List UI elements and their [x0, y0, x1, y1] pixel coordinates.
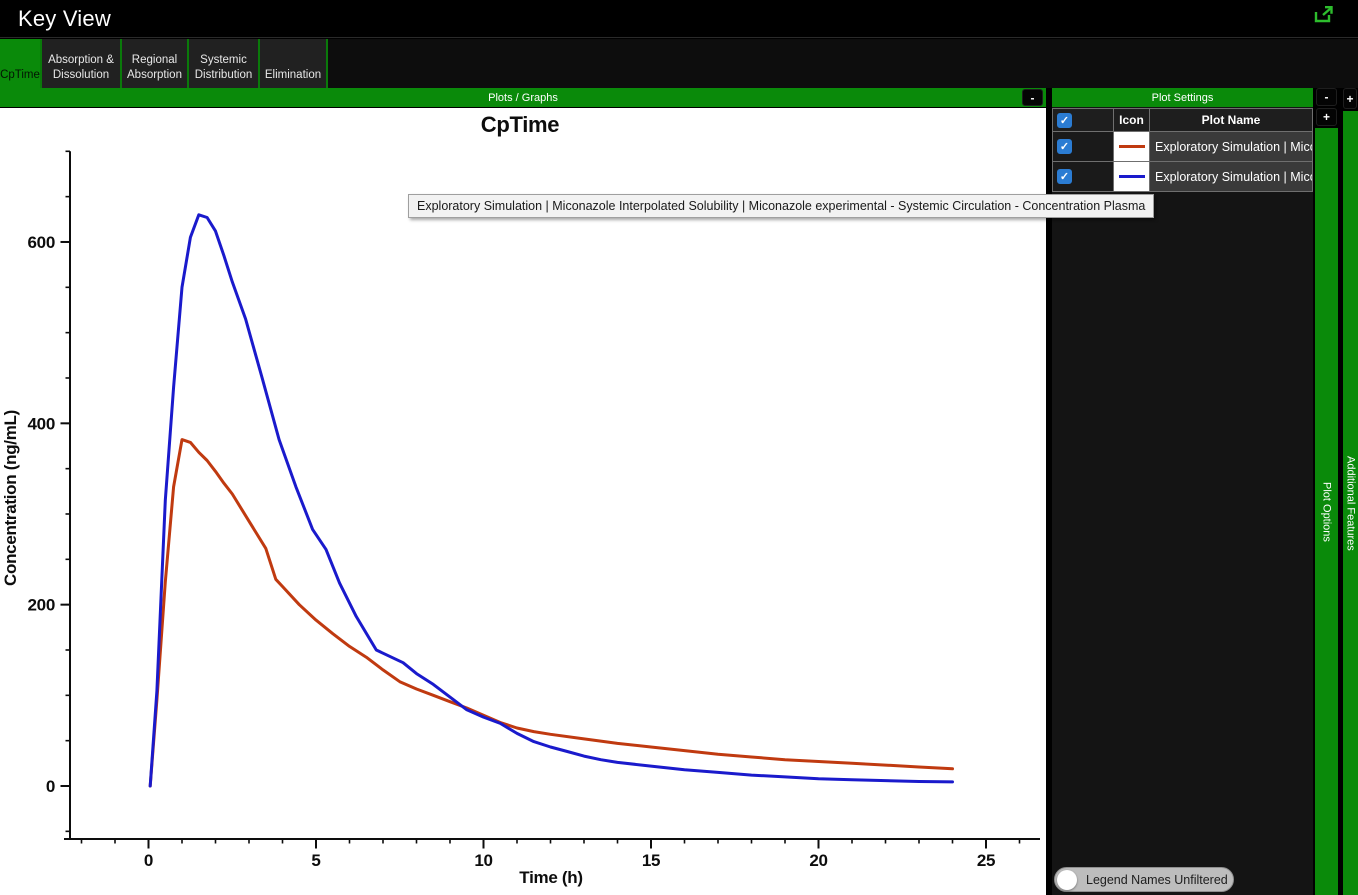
- plot-options-label: Plot Options: [1320, 481, 1333, 542]
- plot-settings-table: Icon Plot Name Exploratory Simulation | …: [1052, 108, 1313, 192]
- tab-elimination[interactable]: Elimination: [260, 39, 328, 88]
- view-tabbar: CpTime Absorption & Dissolution Regional…: [0, 39, 1358, 88]
- tab-regional-absorption[interactable]: Regional Absorption: [122, 39, 189, 88]
- tab-cptime[interactable]: CpTime: [0, 39, 42, 88]
- x-axis-title: Time (h): [519, 868, 582, 887]
- series-line-0[interactable]: [148, 438, 954, 788]
- window-title: Key View: [18, 5, 111, 31]
- x-tick-label: 10: [474, 851, 492, 870]
- select-all-checkbox[interactable]: [1057, 112, 1072, 128]
- y-tick-label: 600: [28, 233, 55, 252]
- chart-title: CpTime: [481, 112, 560, 137]
- y-tick-label: 400: [28, 414, 55, 433]
- series-icon-cell: [1114, 162, 1150, 192]
- plot-settings-collapse-button[interactable]: -: [1316, 88, 1337, 106]
- row-checkbox[interactable]: [1057, 169, 1072, 184]
- table-row[interactable]: Exploratory Simulation | Mico: [1052, 132, 1313, 162]
- titlebar: Key View: [0, 0, 1358, 38]
- toggle-label: Legend Names Unfiltered: [1086, 872, 1228, 887]
- additional-features-column: + Additional Features: [1343, 88, 1358, 895]
- y-tick-label: 0: [46, 777, 55, 796]
- add-plot-row-button[interactable]: +: [1316, 108, 1337, 126]
- table-row[interactable]: Exploratory Simulation | Mico: [1052, 162, 1313, 192]
- x-tick-label: 25: [977, 851, 995, 870]
- tab-systemic-distribution[interactable]: Systemic Distribution: [189, 39, 260, 88]
- x-tick-label: 5: [311, 851, 320, 870]
- column-header-icon: Icon: [1114, 108, 1150, 132]
- plot-options-column: - + Plot Options: [1315, 88, 1338, 895]
- x-tick-label: 15: [642, 851, 660, 870]
- plot-tooltip: Exploratory Simulation | Miconazole Inte…: [408, 194, 1155, 218]
- row-checkbox[interactable]: [1057, 139, 1072, 154]
- x-tick-label: 20: [809, 851, 827, 870]
- legend-names-unfiltered-toggle[interactable]: Legend Names Unfiltered: [1054, 867, 1234, 892]
- key-view-window: Key View CpTime Absorption & Dissolution…: [0, 0, 1358, 895]
- column-header-plot-name: Plot Name: [1150, 108, 1313, 132]
- plots-graphs-title: Plots / Graphs: [488, 91, 558, 104]
- plot-options-strip[interactable]: Plot Options: [1315, 128, 1338, 895]
- additional-features-strip[interactable]: Additional Features: [1343, 111, 1358, 895]
- open-external-icon[interactable]: [1314, 6, 1334, 24]
- plot-name-cell[interactable]: Exploratory Simulation | Mico: [1150, 132, 1313, 162]
- table-header-row: Icon Plot Name: [1052, 108, 1313, 132]
- plot-settings-title: Plot Settings: [1151, 91, 1214, 104]
- series-line-1[interactable]: [148, 213, 954, 788]
- tab-absorption-dissolution[interactable]: Absorption & Dissolution: [42, 39, 122, 88]
- plot-name-cell[interactable]: Exploratory Simulation | Mico: [1150, 162, 1313, 192]
- plots-graphs-header: Plots / Graphs -: [0, 88, 1046, 107]
- toggle-knob[interactable]: [1057, 869, 1077, 890]
- chart-canvas: CpTime 0 5 10 15 20 25 0 200 400 600 Time (h) Concen…: [0, 108, 1046, 895]
- series-icon-cell: [1114, 132, 1150, 162]
- plots-graphs-collapse-button[interactable]: -: [1022, 89, 1043, 106]
- plot-settings-header: Plot Settings: [1052, 88, 1313, 107]
- blue-series-line-icon: [1118, 175, 1145, 178]
- red-series-line-icon: [1118, 145, 1145, 148]
- y-axis-title: Concentration (ng/mL): [1, 410, 20, 586]
- cptime-chart: CpTime 0 5 10 15 20 25 0 200 400 600 Time (h) Concen…: [1, 112, 1040, 887]
- x-tick-label: 0: [144, 851, 153, 870]
- y-tick-label: 200: [28, 596, 55, 615]
- additional-features-label: Additional Features: [1344, 455, 1357, 551]
- additional-features-add-button[interactable]: +: [1343, 88, 1357, 109]
